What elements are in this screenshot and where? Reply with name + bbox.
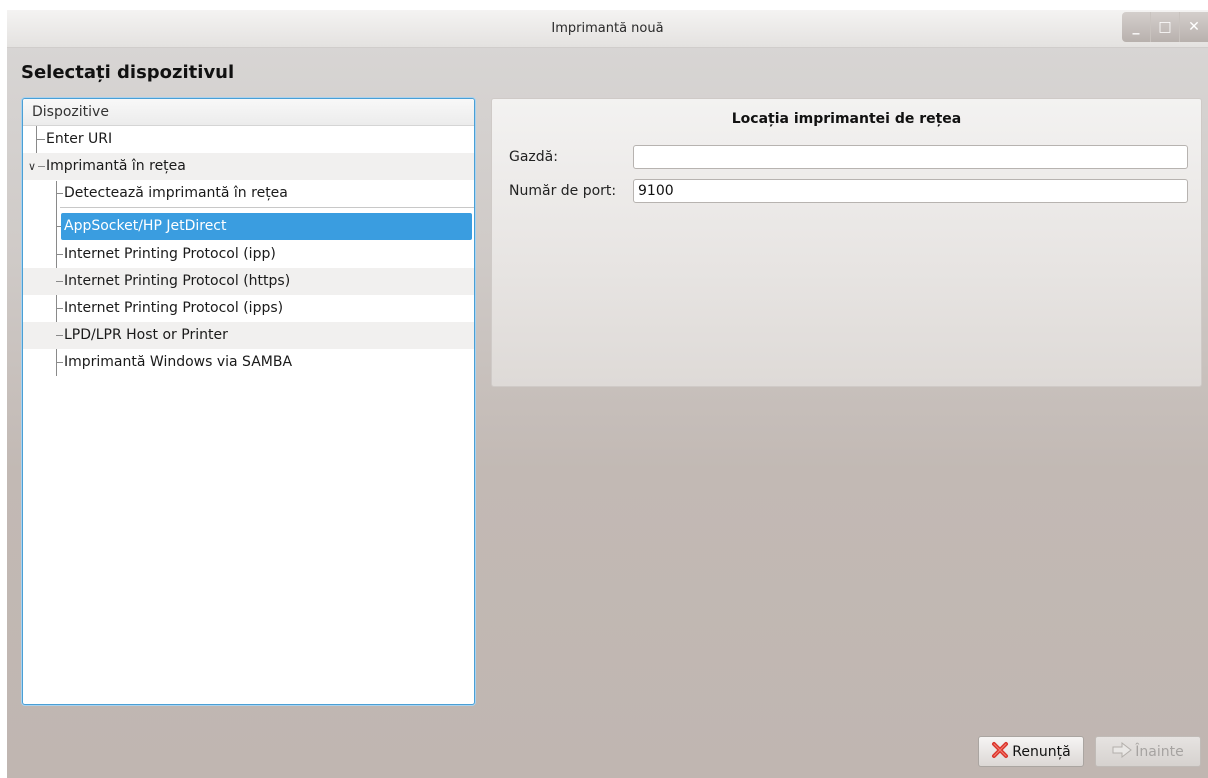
forward-button-label: Înainte <box>1135 743 1184 760</box>
tree-line <box>56 308 63 309</box>
tree-item-label: LPD/LPR Host or Printer <box>64 327 228 343</box>
device-tree[interactable]: Dispozitive Enter URI ∨ Imprimantă în re… <box>22 98 475 705</box>
tree-column-header[interactable]: Dispozitive <box>23 99 474 126</box>
new-printer-window: Imprimantă nouă _ □ ✕ Selectați dispozit… <box>7 10 1208 778</box>
page-title: Selectați dispozitivul <box>21 62 235 83</box>
tree-item-label: Imprimantă în rețea <box>46 158 186 174</box>
tree-line <box>56 193 63 194</box>
tree-line <box>56 254 63 255</box>
tree-item-ipps[interactable]: Internet Printing Protocol (ipps) <box>23 295 474 322</box>
tree-item-label: Internet Printing Protocol (ipp) <box>64 246 276 262</box>
tree-item-https[interactable]: Internet Printing Protocol (https) <box>23 268 474 295</box>
tree-line <box>36 139 45 140</box>
tree-item-label: Imprimantă Windows via SAMBA <box>64 354 293 370</box>
tree-line <box>56 335 63 336</box>
close-icon: ✕ <box>1188 19 1200 35</box>
tree-line <box>56 362 63 363</box>
tree-item-label: Detectează imprimantă în rețea <box>64 185 288 201</box>
forward-arrow-icon <box>1112 741 1133 762</box>
host-input[interactable] <box>633 145 1188 169</box>
forward-button[interactable]: Înainte <box>1095 736 1201 767</box>
port-input[interactable] <box>633 179 1188 203</box>
tree-item-network-printer[interactable]: ∨ Imprimantă în rețea <box>23 153 474 180</box>
tree-item-label: Enter URI <box>46 131 113 147</box>
tree-line <box>56 281 63 282</box>
tree-item-samba[interactable]: Imprimantă Windows via SAMBA <box>23 349 474 376</box>
tree-item-label: Internet Printing Protocol (https) <box>64 273 291 289</box>
port-label: Număr de port: <box>509 183 617 199</box>
tree-item-appsocket[interactable]: AppSocket/HP JetDirect <box>23 213 474 240</box>
tree-item-label: Internet Printing Protocol (ipps) <box>64 300 284 316</box>
tree-item-enter-uri[interactable]: Enter URI <box>23 126 474 153</box>
minimize-icon: _ <box>1132 19 1140 35</box>
row-divider <box>60 207 474 208</box>
tree-item-detect-network-printer[interactable]: Detectează imprimantă în rețea <box>23 180 474 207</box>
tree-line <box>38 166 45 167</box>
minimize-button[interactable]: _ <box>1122 12 1150 42</box>
cancel-button[interactable]: Renunță <box>978 736 1084 767</box>
window-controls: _ □ ✕ <box>1122 12 1208 42</box>
host-label: Gazdă: <box>509 149 558 165</box>
tree-item-label: AppSocket/HP JetDirect <box>61 213 472 240</box>
chevron-down-icon[interactable]: ∨ <box>28 153 36 180</box>
maximize-button[interactable]: □ <box>1150 12 1179 42</box>
close-button[interactable]: ✕ <box>1179 12 1208 42</box>
window-title: Imprimantă nouă <box>551 21 664 36</box>
network-printer-location-panel: Locația imprimantei de rețea Gazdă: Numă… <box>491 98 1202 387</box>
tree-item-lpd[interactable]: LPD/LPR Host or Printer <box>23 322 474 349</box>
title-bar[interactable]: Imprimantă nouă _ □ ✕ <box>7 10 1208 48</box>
cancel-x-icon <box>991 741 1009 763</box>
cancel-button-label: Renunță <box>1012 743 1071 760</box>
maximize-icon: □ <box>1158 19 1172 35</box>
tree-item-ipp[interactable]: Internet Printing Protocol (ipp) <box>23 241 474 268</box>
panel-title: Locația imprimantei de rețea <box>731 111 962 127</box>
